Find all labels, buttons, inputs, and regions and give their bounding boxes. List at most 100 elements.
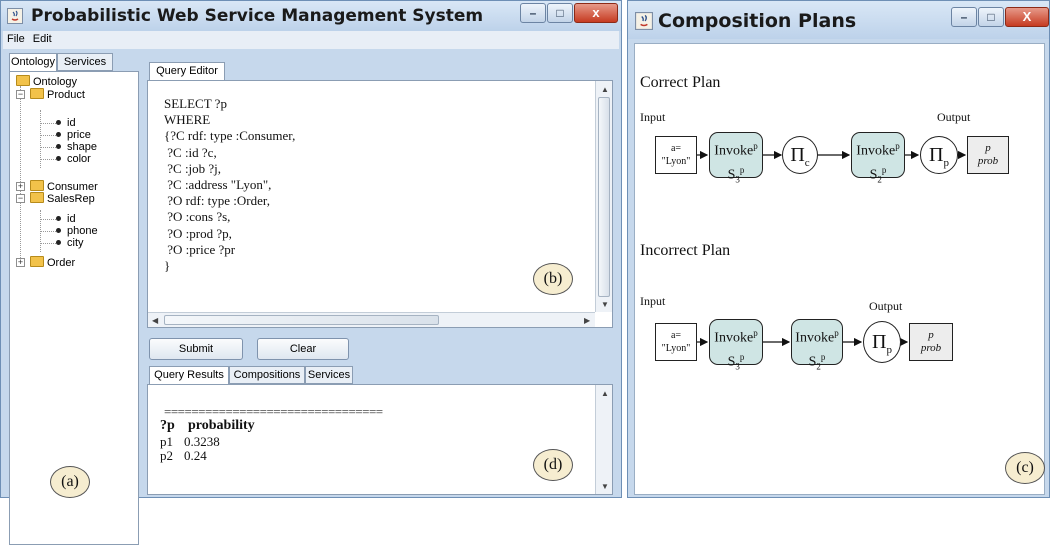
expand-icon[interactable]: + <box>16 182 25 191</box>
folder-icon <box>30 88 44 99</box>
tree-node-order[interactable]: Order <box>30 256 75 269</box>
tree-node-label: Order <box>47 257 76 269</box>
invoke-word: Invoke <box>714 330 754 346</box>
query-line[interactable]: {?C rdf: type :Consumer, <box>164 128 295 144</box>
minimize-icon: – <box>529 6 537 20</box>
tree-leaf-product-shape[interactable]: shape <box>56 141 97 153</box>
ontology-tree: Ontology − Product id price shape color … <box>9 71 139 545</box>
results-vertical-scrollbar[interactable]: ▲ ▼ <box>595 385 612 494</box>
java-app-icon <box>635 12 653 30</box>
expand-icon[interactable]: + <box>16 258 25 267</box>
clear-button[interactable]: Clear <box>257 338 349 360</box>
tree-node-ontology[interactable]: Ontology <box>16 75 77 88</box>
query-line[interactable]: ?O :price ?pr <box>164 242 295 258</box>
tree-node-label: Product <box>47 89 85 101</box>
folder-icon <box>16 75 30 86</box>
tab-services-results[interactable]: Services <box>305 366 353 384</box>
scroll-left-icon[interactable]: ◀ <box>152 316 158 325</box>
tab-query-results[interactable]: Query Results <box>149 366 229 385</box>
collapse-icon[interactable]: − <box>16 194 25 203</box>
scroll-right-icon[interactable]: ▶ <box>584 316 590 325</box>
figure-label-c: (c) <box>1005 452 1045 484</box>
scroll-down-icon[interactable]: ▼ <box>601 300 609 309</box>
collapse-icon[interactable]: − <box>16 90 25 99</box>
tree-node-product[interactable]: Product <box>30 88 85 101</box>
property-icon <box>56 228 61 233</box>
tree-leaf-product-price[interactable]: price <box>56 129 91 141</box>
tree-connector <box>40 231 56 232</box>
incorrect-input-node: a= "Lyon" <box>655 323 697 361</box>
query-line[interactable]: SELECT ?p <box>164 96 295 112</box>
incorrect-invoke-s2-node: Invokep S2p <box>791 319 843 371</box>
service-sub: 3 <box>735 361 740 372</box>
tab-query-editor[interactable]: Query Editor <box>149 62 225 81</box>
query-line[interactable]: } <box>164 258 295 274</box>
query-text[interactable]: SELECT ?p WHERE {?C rdf: type :Consumer, ?… <box>164 96 295 274</box>
correct-projection-p-node: Πp <box>920 136 958 174</box>
tab-compositions[interactable]: Compositions <box>229 366 305 384</box>
query-line[interactable]: ?O :prod ?p, <box>164 226 295 242</box>
maximize-button[interactable]: □ <box>547 3 573 23</box>
window-controls: – □ x <box>519 3 618 25</box>
scroll-up-icon[interactable]: ▲ <box>601 85 609 94</box>
tree-leaf-salesrep-id[interactable]: id <box>56 213 76 225</box>
query-line[interactable]: ?O :cons ?s, <box>164 209 295 225</box>
query-editor[interactable]: SELECT ?p WHERE {?C rdf: type :Consumer, ?… <box>147 80 613 328</box>
scroll-thumb[interactable] <box>164 315 439 325</box>
tree-connector <box>40 243 56 244</box>
close-button[interactable]: x <box>574 3 618 23</box>
tree-node-label: Ontology <box>33 76 78 88</box>
pi-sub: c <box>804 157 810 169</box>
scroll-thumb[interactable] <box>598 97 610 297</box>
tree-leaf-salesrep-city[interactable]: city <box>56 237 84 249</box>
output-node-line2: prob <box>920 342 942 354</box>
submit-button[interactable]: Submit <box>149 338 243 360</box>
correct-plan-title: Correct Plan <box>640 74 721 91</box>
service-sup: p <box>739 164 745 175</box>
menu-edit[interactable]: Edit <box>29 31 56 45</box>
minimize-button[interactable]: – <box>520 3 546 23</box>
close-button[interactable]: X <box>1005 7 1049 27</box>
query-line[interactable]: ?O rdf: type :Order, <box>164 193 295 209</box>
folder-icon <box>30 192 44 203</box>
maximize-icon: □ <box>987 10 995 24</box>
service-sub: 2 <box>816 361 821 372</box>
tree-leaf-product-color[interactable]: color <box>56 153 91 165</box>
tree-leaf-label: city <box>67 237 84 249</box>
tree-node-salesrep[interactable]: SalesRep <box>30 192 95 205</box>
input-node-line2: "Lyon" <box>661 343 691 354</box>
result-p2-prob: 0.24 <box>184 448 207 463</box>
scroll-down-icon[interactable]: ▼ <box>601 482 609 491</box>
tree-leaf-product-id[interactable]: id <box>56 117 76 129</box>
query-line[interactable]: WHERE <box>164 112 295 128</box>
input-node-line2: "Lyon" <box>661 156 691 167</box>
tab-services[interactable]: Services <box>57 53 113 71</box>
query-line[interactable]: ?C :address "Lyon", <box>164 177 295 193</box>
figure-label-a: (a) <box>50 466 90 498</box>
tree-connector <box>40 159 56 160</box>
minimize-button[interactable]: – <box>951 7 977 27</box>
editor-vertical-scrollbar[interactable]: ▲ ▼ <box>595 81 612 312</box>
tree-leaf-label: shape <box>67 141 97 153</box>
invoke-sup: p <box>895 141 900 151</box>
service-sup: p <box>820 351 826 362</box>
query-line[interactable]: ?C :job ?j, <box>164 161 295 177</box>
correct-output-label: Output <box>937 110 971 124</box>
folder-icon <box>30 180 44 191</box>
query-line[interactable]: ?C :id ?c, <box>164 145 295 161</box>
correct-input-label: Input <box>640 110 666 124</box>
tree-leaf-salesrep-phone[interactable]: phone <box>56 225 98 237</box>
window-title: Composition Plans <box>658 10 857 32</box>
correct-invoke-s2-node: Invokep S2p <box>851 132 905 184</box>
property-icon <box>56 144 61 149</box>
editor-horizontal-scrollbar[interactable]: ◀ ▶ <box>148 312 595 327</box>
pi-symbol: Π <box>929 144 944 166</box>
menu-bar: File Edit <box>3 31 619 49</box>
scroll-up-icon[interactable]: ▲ <box>601 389 609 398</box>
tab-ontology[interactable]: Ontology <box>9 53 57 72</box>
correct-projection-c-node: Πc <box>782 136 818 174</box>
tree-connector <box>40 219 56 220</box>
close-icon: x <box>592 5 600 20</box>
menu-file[interactable]: File <box>3 31 29 45</box>
maximize-button[interactable]: □ <box>978 7 1004 27</box>
